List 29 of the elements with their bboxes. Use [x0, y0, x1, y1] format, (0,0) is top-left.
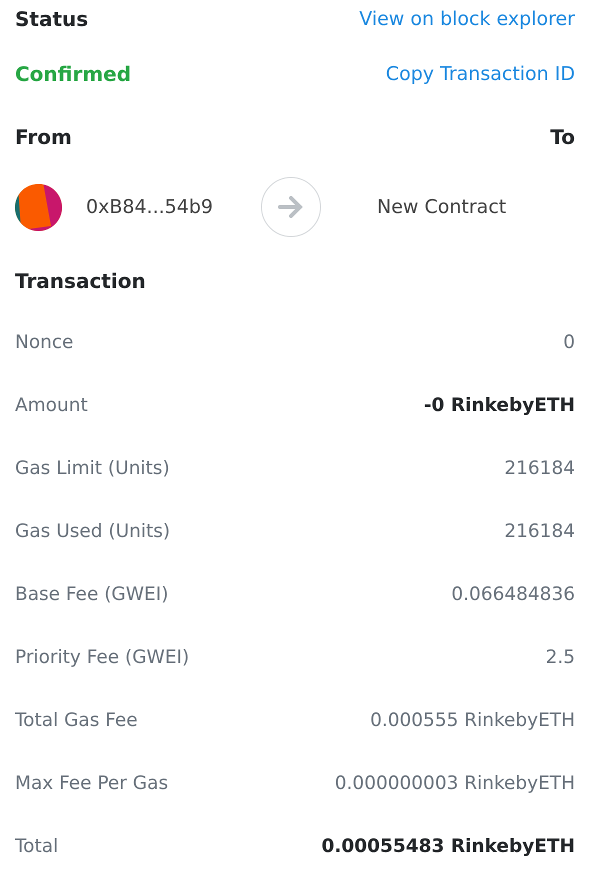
row-value: 0.00055483 RinkebyETH [322, 834, 575, 859]
avatar-icon [15, 184, 62, 230]
row-label: Max Fee Per Gas [15, 772, 168, 796]
row-value: 0.066484836 [451, 582, 575, 607]
status-heading: Status [15, 6, 88, 33]
row-value: 0.000000003 RinkebyETH [334, 772, 575, 796]
from-heading: From [15, 124, 72, 150]
row-value: 0.000555 RinkebyETH [370, 708, 575, 733]
row-label: Total Gas Fee [15, 708, 138, 733]
to-label: New Contract [377, 194, 506, 220]
arrow-right-icon [278, 196, 304, 218]
from-address: 0xB84...54b9 [86, 194, 214, 220]
transaction-heading: Transaction [15, 268, 146, 295]
row-value: 2.5 [546, 646, 575, 670]
row-value: 216184 [504, 456, 575, 481]
row-label: Nonce [15, 330, 74, 355]
row-label: Gas Limit (Units) [15, 456, 170, 481]
row-value: 216184 [504, 520, 575, 544]
row-label: Total [15, 834, 58, 859]
block-explorer-link[interactable]: View on block explorer [359, 4, 575, 34]
row-label: Base Fee (GWEI) [15, 582, 168, 607]
copy-transaction-id-link[interactable]: Copy Transaction ID [386, 60, 575, 88]
row-label: Amount [15, 394, 88, 418]
status-value: Confirmed [15, 61, 132, 88]
row-label: Priority Fee (GWEI) [15, 646, 190, 670]
to-heading: To [550, 124, 575, 150]
row-value: -0 RinkebyETH [424, 394, 575, 418]
row-label: Gas Used (Units) [15, 520, 170, 544]
row-value: 0 [563, 330, 575, 355]
